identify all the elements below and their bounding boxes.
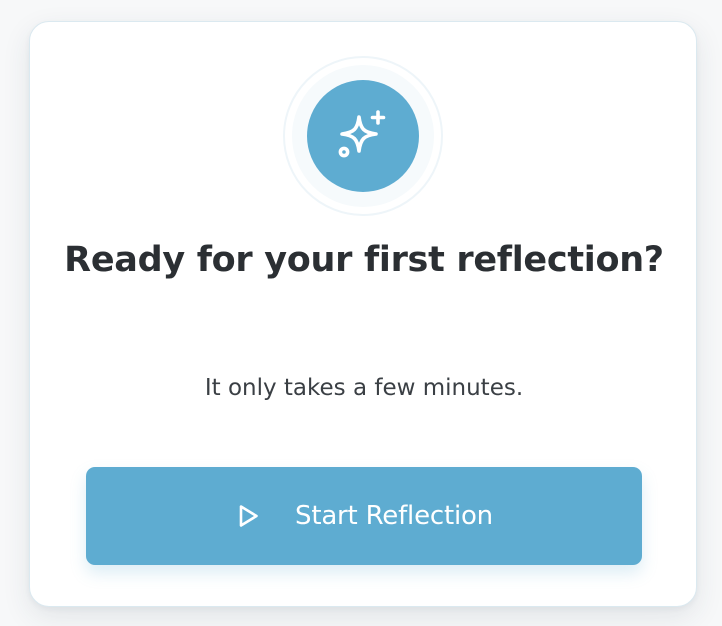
page-title: Ready for your first reflection? [64, 240, 664, 280]
play-icon [235, 503, 261, 529]
start-reflection-label: Start Reflection [295, 501, 493, 531]
reflection-card: Ready for your first reflection? It only… [29, 21, 697, 607]
start-reflection-button[interactable]: Start Reflection [86, 467, 642, 565]
subtitle: It only takes a few minutes. [204, 375, 524, 401]
sparkles-icon [338, 110, 386, 158]
sparkles-icon-badge [307, 80, 419, 192]
